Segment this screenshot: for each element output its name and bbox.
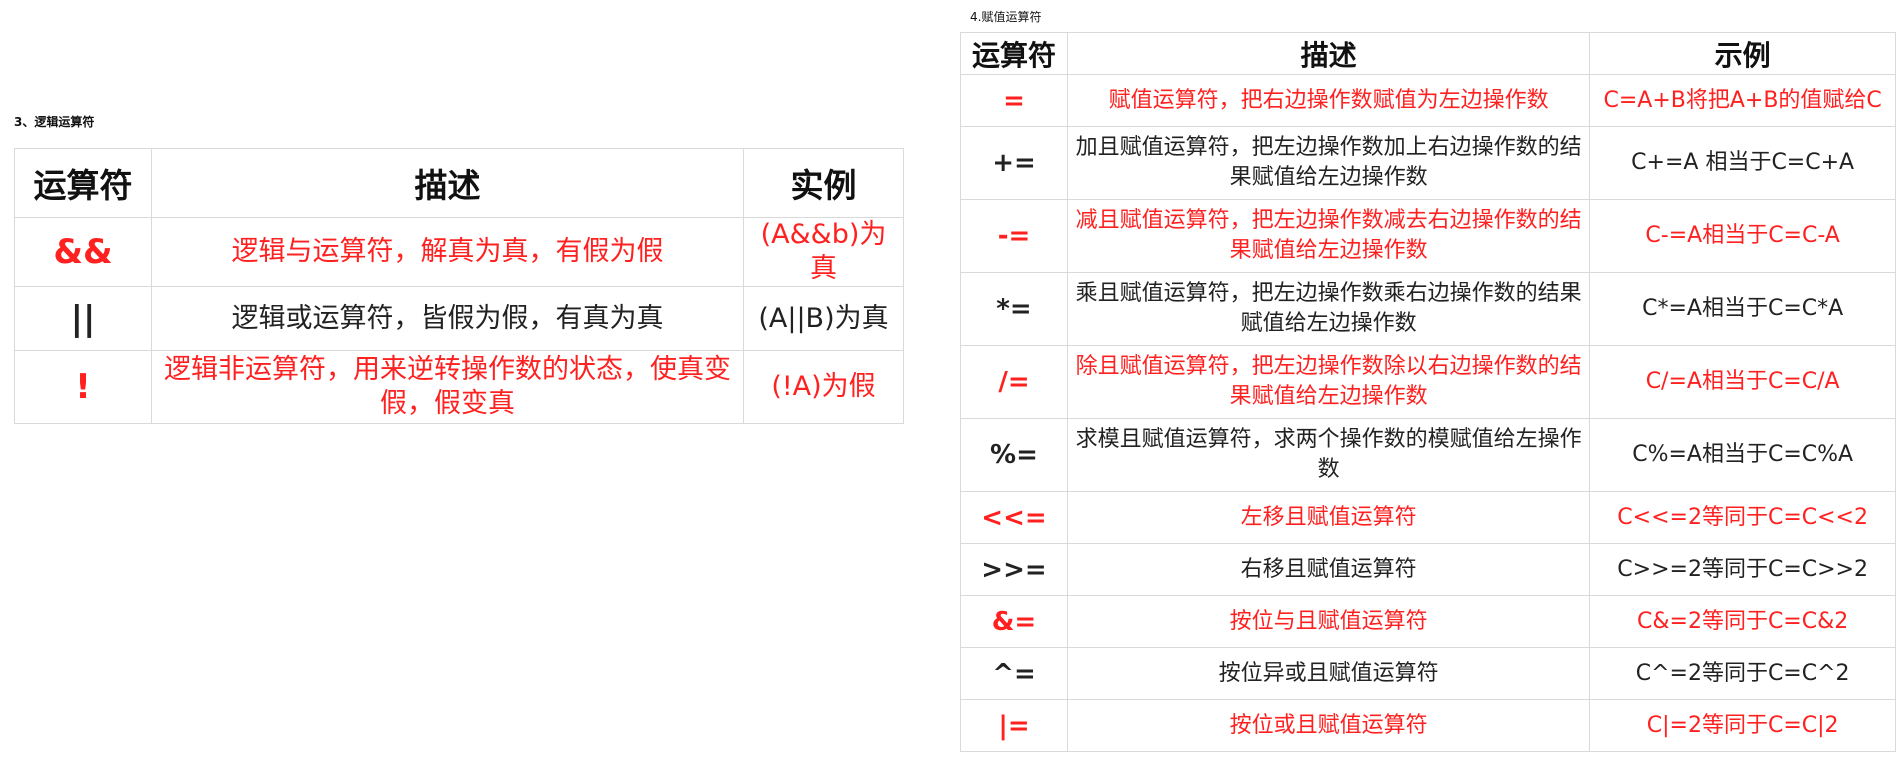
operator-cell: >>= bbox=[960, 543, 1068, 596]
example-cell: C-=A相当于C=C-A bbox=[1589, 199, 1896, 273]
example-cell: C>>=2等同于C=C>>2 bbox=[1589, 543, 1896, 596]
assignment-operators-table: 运算符 描述 示例 = 赋值运算符，把右边操作数赋值为左边操作数 C=A+B将把… bbox=[960, 32, 1896, 752]
description-cell: 按位与且赋值运算符 bbox=[1066, 595, 1591, 648]
operator-cell: && bbox=[14, 217, 152, 287]
example-cell: C%=A相当于C=C%A bbox=[1589, 418, 1896, 492]
table-row: += 加且赋值运算符，把左边操作数加上右边操作数的结果赋值给左边操作数 C+=A… bbox=[960, 126, 1896, 200]
operator-cell: || bbox=[14, 286, 152, 351]
table-row: ^= 按位异或且赋值运算符 C^=2等同于C=C^2 bbox=[960, 647, 1896, 700]
example-cell: C&=2等同于C=C&2 bbox=[1589, 595, 1896, 648]
table-header-row: 运算符 描述 示例 bbox=[960, 32, 1896, 75]
logic-operators-table: 运算符 描述 实例 && 逻辑与运算符，解真为真，有假为假 (A&&b)为真 |… bbox=[14, 148, 904, 424]
table-row: <<= 左移且赋值运算符 C<<=2等同于C=C<<2 bbox=[960, 491, 1896, 544]
table-row: || 逻辑或运算符，皆假为假，有真为真 (A||B)为真 bbox=[14, 286, 904, 351]
description-cell: 减且赋值运算符，把左边操作数减去右边操作数的结果赋值给左边操作数 bbox=[1066, 199, 1591, 273]
example-cell: C^=2等同于C=C^2 bbox=[1589, 647, 1896, 700]
table-row: |= 按位或且赋值运算符 C|=2等同于C=C|2 bbox=[960, 699, 1896, 752]
description-cell: 加且赋值运算符，把左边操作数加上右边操作数的结果赋值给左边操作数 bbox=[1066, 126, 1591, 200]
operator-cell: ! bbox=[14, 350, 152, 424]
description-cell: 左移且赋值运算符 bbox=[1066, 491, 1591, 544]
operator-cell: %= bbox=[960, 418, 1068, 492]
example-cell: C*=A相当于C=C*A bbox=[1589, 272, 1896, 346]
description-cell: 赋值运算符，把右边操作数赋值为左边操作数 bbox=[1066, 74, 1591, 127]
table-row: -= 减且赋值运算符，把左边操作数减去右边操作数的结果赋值给左边操作数 C-=A… bbox=[960, 199, 1896, 273]
operator-cell: &= bbox=[960, 595, 1068, 648]
example-cell: C=A+B将把A+B的值赋给C bbox=[1589, 74, 1896, 127]
description-cell: 逻辑非运算符，用来逆转操作数的状态，使真变假，假变真 bbox=[151, 350, 744, 424]
header-description: 描述 bbox=[151, 148, 744, 218]
description-cell: 右移且赋值运算符 bbox=[1066, 543, 1591, 596]
example-cell: (!A)为假 bbox=[743, 350, 904, 424]
logic-section-caption: 3、逻辑运算符 bbox=[14, 115, 95, 129]
header-description: 描述 bbox=[1066, 32, 1591, 75]
table-row: *= 乘且赋值运算符，把左边操作数乘右边操作数的结果赋值给左边操作数 C*=A相… bbox=[960, 272, 1896, 346]
operator-cell: |= bbox=[960, 699, 1068, 752]
table-row: &= 按位与且赋值运算符 C&=2等同于C=C&2 bbox=[960, 595, 1896, 648]
description-cell: 按位异或且赋值运算符 bbox=[1066, 647, 1591, 700]
operator-cell: = bbox=[960, 74, 1068, 127]
table-row: && 逻辑与运算符，解真为真，有假为假 (A&&b)为真 bbox=[14, 217, 904, 287]
description-cell: 逻辑或运算符，皆假为假，有真为真 bbox=[151, 286, 744, 351]
example-cell: (A&&b)为真 bbox=[743, 217, 904, 287]
example-cell: C|=2等同于C=C|2 bbox=[1589, 699, 1896, 752]
table-header-row: 运算符 描述 实例 bbox=[14, 148, 904, 218]
table-row: = 赋值运算符，把右边操作数赋值为左边操作数 C=A+B将把A+B的值赋给C bbox=[960, 74, 1896, 127]
assign-section-caption: 4.赋值运算符 bbox=[970, 10, 1042, 24]
header-operator: 运算符 bbox=[960, 32, 1068, 75]
description-cell: 乘且赋值运算符，把左边操作数乘右边操作数的结果赋值给左边操作数 bbox=[1066, 272, 1591, 346]
operator-cell: ^= bbox=[960, 647, 1068, 700]
operator-cell: -= bbox=[960, 199, 1068, 273]
example-cell: C/=A相当于C=C/A bbox=[1589, 345, 1896, 419]
operator-cell: /= bbox=[960, 345, 1068, 419]
description-cell: 逻辑与运算符，解真为真，有假为假 bbox=[151, 217, 744, 287]
table-row: %= 求模且赋值运算符，求两个操作数的模赋值给左操作数 C%=A相当于C=C%A bbox=[960, 418, 1896, 492]
table-row: ! 逻辑非运算符，用来逆转操作数的状态，使真变假，假变真 (!A)为假 bbox=[14, 350, 904, 424]
header-example: 示例 bbox=[1589, 32, 1896, 75]
operator-cell: <<= bbox=[960, 491, 1068, 544]
table-row: /= 除且赋值运算符，把左边操作数除以右边操作数的结果赋值给左边操作数 C/=A… bbox=[960, 345, 1896, 419]
example-cell: C<<=2等同于C=C<<2 bbox=[1589, 491, 1896, 544]
table-row: >>= 右移且赋值运算符 C>>=2等同于C=C>>2 bbox=[960, 543, 1896, 596]
header-operator: 运算符 bbox=[14, 148, 152, 218]
operator-cell: *= bbox=[960, 272, 1068, 346]
operator-cell: += bbox=[960, 126, 1068, 200]
header-example: 实例 bbox=[743, 148, 904, 218]
description-cell: 除且赋值运算符，把左边操作数除以右边操作数的结果赋值给左边操作数 bbox=[1066, 345, 1591, 419]
example-cell: (A||B)为真 bbox=[743, 286, 904, 351]
example-cell: C+=A 相当于C=C+A bbox=[1589, 126, 1896, 200]
description-cell: 按位或且赋值运算符 bbox=[1066, 699, 1591, 752]
description-cell: 求模且赋值运算符，求两个操作数的模赋值给左操作数 bbox=[1066, 418, 1591, 492]
